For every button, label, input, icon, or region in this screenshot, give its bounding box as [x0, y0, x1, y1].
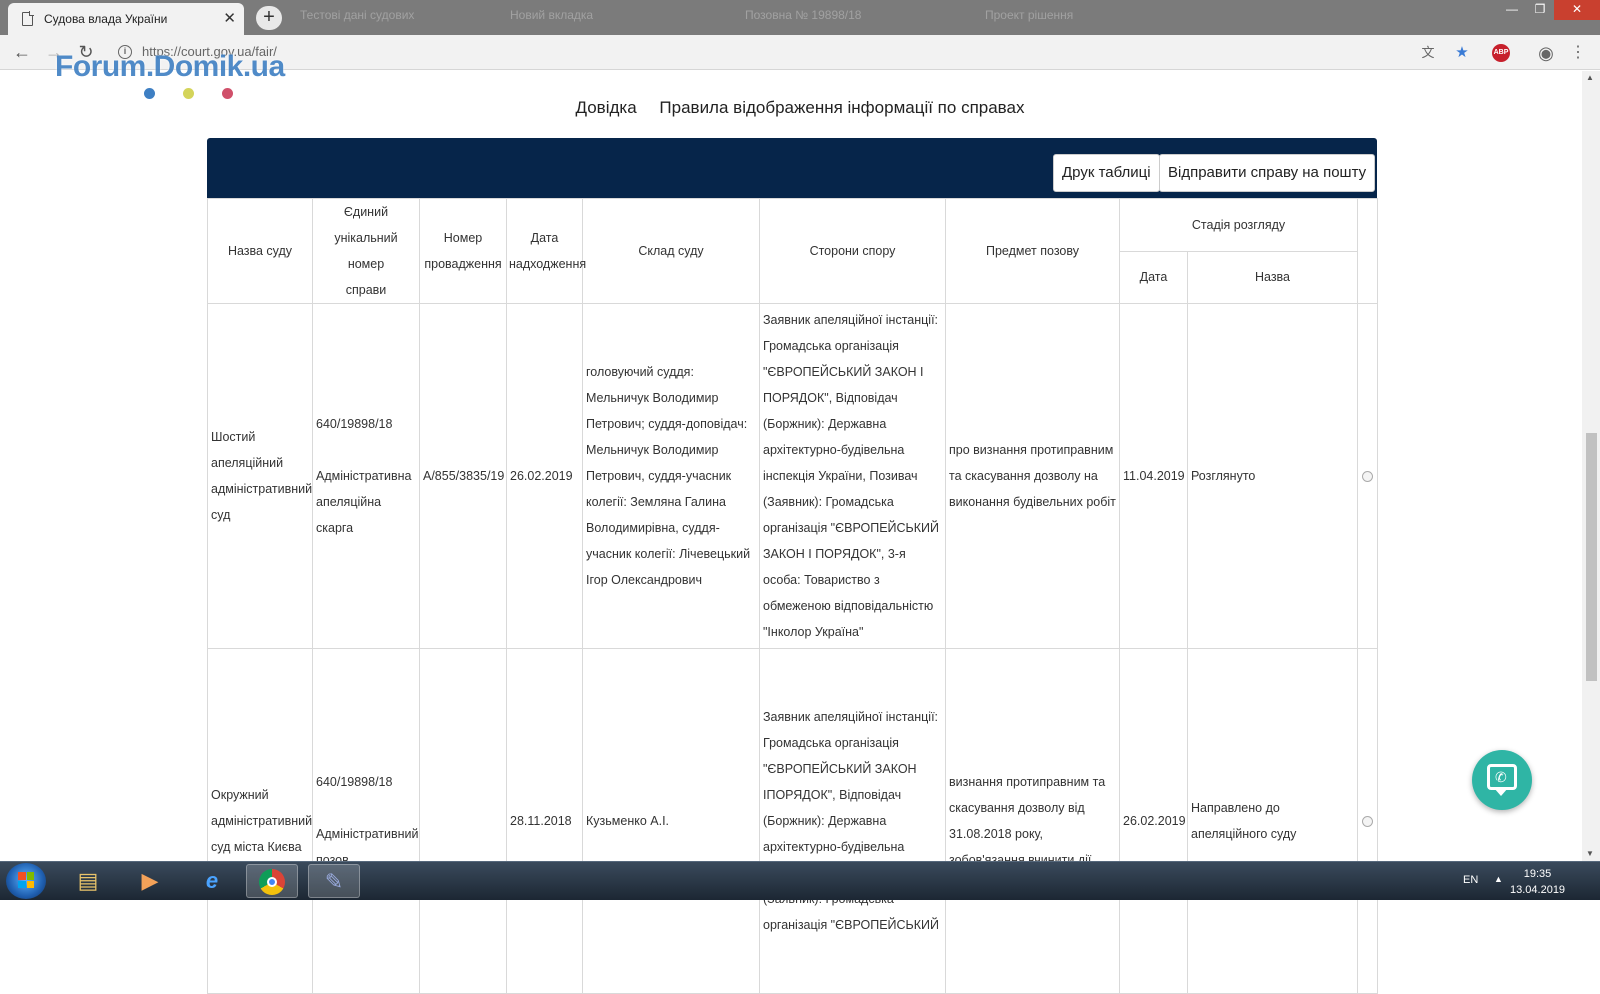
- browser-tabstrip: Судова влада України ✕ + Тестові дані су…: [0, 0, 1600, 35]
- scroll-down-icon[interactable]: ▼: [1586, 849, 1594, 858]
- header-case-number-line: унікальний номер: [334, 231, 398, 271]
- menu-icon[interactable]: ⋮: [1568, 43, 1588, 63]
- header-case-number: Єдиний унікальний номер справи: [312, 198, 420, 304]
- header-parties: Сторони спору: [759, 198, 946, 304]
- row-select-radio[interactable]: [1362, 815, 1374, 827]
- cell-stage-name: Розглянуто: [1186, 303, 1359, 649]
- new-tab-button[interactable]: +: [256, 6, 282, 30]
- header-received-date: Дата надходження: [506, 198, 587, 304]
- cell-select: [1357, 303, 1379, 649]
- window-controls: — ❐ ✕: [1498, 0, 1600, 20]
- tab-title: Судова влада України: [44, 12, 168, 26]
- tab-close-icon[interactable]: ✕: [223, 9, 236, 27]
- tray-expand-icon[interactable]: ▲: [1494, 874, 1503, 884]
- info-links: Довідка Правила відображення інформації …: [0, 98, 1600, 118]
- header-subject: Предмет позову: [945, 198, 1120, 304]
- help-link[interactable]: Довідка: [576, 98, 637, 117]
- start-button[interactable]: [6, 863, 46, 899]
- phone-icon: ✆: [1495, 769, 1507, 785]
- cell-parties: Заявник апеляційної інстанції: Громадськ…: [759, 648, 946, 994]
- header-received-line: Дата: [530, 231, 559, 245]
- cell-received: 26.02.2019: [506, 303, 583, 649]
- chrome-icon[interactable]: [246, 864, 298, 898]
- cell-stage-name: Направлено до апеляційного суду: [1186, 648, 1359, 994]
- page-icon: [22, 11, 34, 26]
- header-stage: Стадія розгляду: [1118, 198, 1359, 252]
- header-proceeding-line: Номер: [443, 231, 483, 245]
- back-arrow-icon[interactable]: ←: [10, 41, 34, 65]
- cell-court: Шостий апеляційний адміністративний суд: [207, 303, 313, 649]
- cell-select: [1357, 648, 1379, 994]
- windows-taskbar: ▤ ▶ e ✎ EN ▲ 19:35 13.04.2019: [0, 861, 1600, 900]
- minimize-button[interactable]: —: [1498, 0, 1526, 20]
- window-close-button[interactable]: ✕: [1554, 0, 1600, 20]
- paint-icon[interactable]: ✎: [308, 864, 360, 898]
- send-to-email-button[interactable]: Відправити справу на пошту: [1159, 154, 1376, 192]
- browser-tab-active[interactable]: Судова влада України ✕: [8, 3, 244, 35]
- header-judges: Склад суду: [582, 198, 760, 304]
- profile-icon[interactable]: ◉: [1536, 43, 1556, 63]
- header-proceeding-line: провадження: [424, 257, 502, 271]
- table-panel-header: Друк таблиці Відправити справу на пошту: [207, 138, 1377, 198]
- cell-parties: Заявник апеляційної інстанції: Громадськ…: [759, 303, 946, 649]
- cell-proceeding: [419, 648, 507, 994]
- header-case-number-line: справи: [345, 283, 387, 297]
- cell-case-number: 640/19898/18 Адміністративна апеляційна …: [312, 303, 420, 649]
- header-stage-date: Дата: [1119, 250, 1188, 304]
- background-tab[interactable]: Новий вкладка: [510, 8, 593, 28]
- cell-proceeding: А/855/3835/19: [419, 303, 507, 649]
- case-number: 640/19898/18: [316, 775, 393, 789]
- cell-stage-date: 11.04.2019: [1119, 303, 1188, 649]
- cell-judges: Кузьменко А.І.: [582, 648, 760, 994]
- header-court: Назва суду: [207, 198, 313, 304]
- print-table-button[interactable]: Друк таблиці: [1053, 154, 1160, 192]
- background-tab[interactable]: Позовна № 19898/18: [745, 8, 861, 28]
- header-case-number-line: Єдиний: [343, 205, 389, 219]
- restore-button[interactable]: ❐: [1526, 0, 1554, 20]
- case-number: 640/19898/18: [316, 417, 393, 431]
- watermark-logo: Forum.Domik.ua: [55, 50, 285, 83]
- header-stage-name: Назва: [1186, 250, 1359, 304]
- callback-chat-button[interactable]: ✆: [1472, 750, 1532, 810]
- cell-subject: про визнання протиправним та скасування …: [945, 303, 1120, 649]
- bookmark-star-icon[interactable]: ★: [1452, 43, 1472, 63]
- cell-received: 28.11.2018: [506, 648, 583, 994]
- display-rules-link[interactable]: Правила відображення інформації по справ…: [659, 98, 1024, 117]
- page-scrollbar[interactable]: ▲ ▼: [1582, 71, 1600, 861]
- cell-judges: головуючий суддя: Мельничук Володимир Пе…: [582, 303, 760, 649]
- media-player-icon[interactable]: ▶: [124, 864, 176, 898]
- cell-court: Окружний адміністративний суд міста Києв…: [207, 648, 313, 994]
- cell-stage-date: 26.02.2019: [1119, 648, 1188, 994]
- cell-case-number: 640/19898/18 Адміністративний позов: [312, 648, 420, 994]
- header-select: [1357, 198, 1379, 304]
- cell-subject: визнання протиправним та скасування дозв…: [945, 648, 1120, 994]
- header-proceeding-number: Номер провадження: [419, 198, 507, 304]
- case-type: Адміністративна апеляційна скарга: [316, 469, 412, 535]
- scroll-thumb[interactable]: [1586, 433, 1597, 681]
- scroll-up-icon[interactable]: ▲: [1586, 73, 1594, 82]
- language-indicator[interactable]: EN: [1463, 874, 1478, 886]
- file-explorer-icon[interactable]: ▤: [62, 864, 114, 898]
- clock-date: 13.04.2019: [1510, 884, 1566, 896]
- header-received-line: надходження: [509, 257, 587, 271]
- row-select-radio[interactable]: [1362, 470, 1374, 482]
- background-tab[interactable]: Тестові дані судових: [300, 8, 414, 28]
- internet-explorer-icon[interactable]: e: [186, 864, 238, 898]
- windows-logo-icon: [18, 872, 34, 888]
- background-tab[interactable]: Проект рішення: [985, 8, 1073, 28]
- table-row[interactable]: Окружний адміністративний суд міста Києв…: [207, 648, 1379, 994]
- clock-time: 19:35: [1523, 868, 1552, 880]
- table-row[interactable]: Шостий апеляційний адміністративний суд …: [207, 303, 1379, 649]
- system-clock[interactable]: 19:35 13.04.2019: [1510, 866, 1565, 898]
- adblock-icon[interactable]: ABP: [1492, 44, 1510, 62]
- translate-icon[interactable]: 文: [1418, 43, 1438, 63]
